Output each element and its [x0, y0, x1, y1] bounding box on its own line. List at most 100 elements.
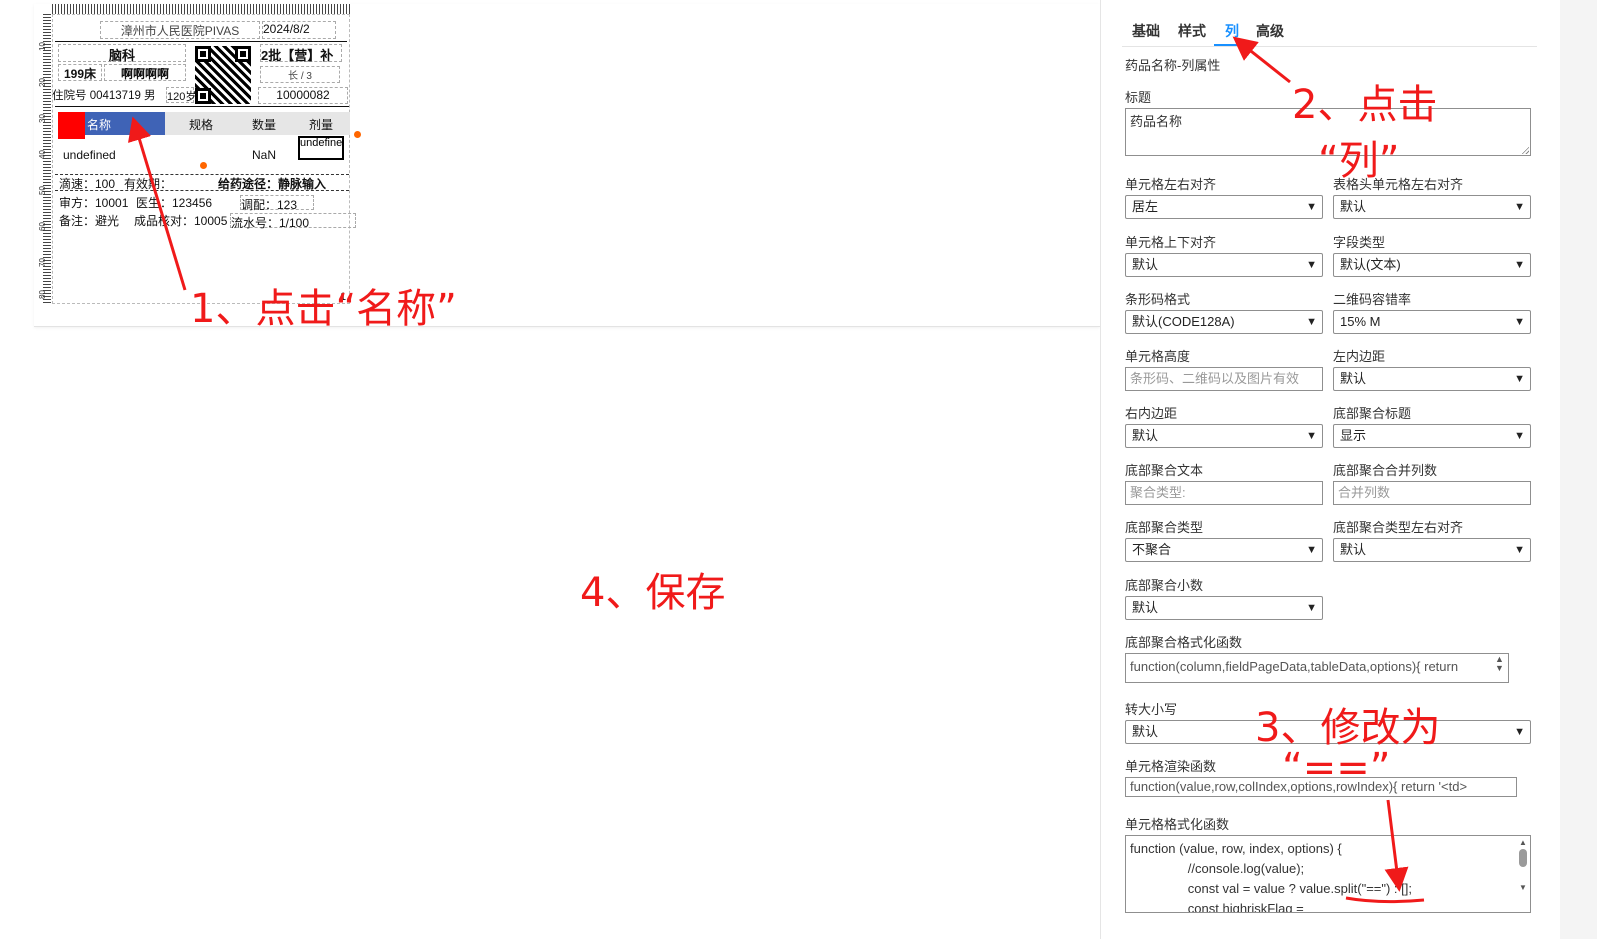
chevron-down-icon: ▼	[1306, 602, 1317, 614]
ruler-mark: 80	[37, 290, 47, 299]
footer-text-input[interactable]: 聚合类型:	[1125, 481, 1323, 505]
label-date[interactable]: 2024/8/2	[262, 21, 336, 39]
chevron-down-icon: ▼	[1306, 259, 1317, 271]
left-padding-label: 左内边距	[1333, 349, 1386, 364]
divider	[55, 190, 349, 191]
ruler-mark: 20	[37, 78, 47, 87]
hospital-name[interactable]: 漳州市人民医院PIVAS	[100, 21, 260, 39]
ruler-mark: 50	[37, 186, 47, 195]
department[interactable]: 脑科	[58, 44, 186, 63]
ruler-top	[52, 4, 350, 14]
resize-handle[interactable]	[354, 131, 361, 138]
cell-h-align-select[interactable]: 居左 ▼	[1125, 195, 1323, 219]
section-title: 药品名称-列属性	[1125, 58, 1221, 73]
footer-format-textarea[interactable]: function(column,fieldPageData,tableData,…	[1125, 653, 1509, 683]
footer-title-label: 底部聚合标题	[1333, 406, 1412, 421]
qr-level-label: 二维码容错率	[1333, 292, 1412, 307]
divider	[55, 41, 347, 42]
header-dose[interactable]: 剂量	[309, 116, 333, 133]
footer-type-label: 底部聚合类型	[1125, 520, 1204, 535]
right-padding-select[interactable]: 默认 ▼	[1125, 424, 1323, 448]
doctor[interactable]: 医生：123456	[136, 194, 212, 211]
tab-style[interactable]: 样式	[1178, 21, 1206, 41]
barcode-format-label: 条形码格式	[1125, 292, 1191, 307]
render-fn-label: 单元格渲染函数	[1125, 759, 1217, 774]
length-text[interactable]: 长 / 3	[260, 66, 340, 83]
annotation-step1: 1、点击“名称”	[190, 286, 457, 332]
chevron-down-icon: ▼	[1514, 316, 1525, 328]
note[interactable]: 备注：避光	[59, 212, 119, 229]
footer-decimal-select[interactable]: 默认 ▼	[1125, 596, 1323, 620]
product-check[interactable]: 成品核对：10005	[134, 212, 227, 229]
tab-active-indicator	[1214, 44, 1242, 46]
cell-v-align-select[interactable]: 默认 ▼	[1125, 253, 1323, 277]
footer-format-label: 底部聚合格式化函数	[1125, 635, 1243, 650]
qr-level-select[interactable]: 15% M ▼	[1333, 310, 1531, 334]
patient-age[interactable]: 120岁	[166, 87, 196, 103]
reviewer[interactable]: 审方：10001	[59, 194, 128, 211]
qr-code-icon[interactable]	[195, 46, 251, 104]
header-qty[interactable]: 数量	[252, 116, 276, 133]
scrollbar[interactable]	[1560, 0, 1597, 939]
tab-basic[interactable]: 基础	[1132, 21, 1160, 41]
cell-v-align-label: 单元格上下对齐	[1125, 235, 1217, 250]
textarea-scrollbar[interactable]: ▲ ▼	[1518, 838, 1528, 910]
serial-number[interactable]: 流水号：1/100	[230, 213, 356, 230]
mixer[interactable]: 调配：123	[240, 195, 314, 212]
title-label: 标题	[1125, 90, 1152, 105]
footer-text-label: 底部聚合文本	[1125, 463, 1204, 478]
ruler-mark: 30	[37, 114, 47, 123]
tab-column[interactable]: 列	[1225, 21, 1239, 41]
row-qty: NaN	[252, 148, 277, 162]
row-name: undefined	[63, 148, 116, 162]
annotation-step2: 2、点击	[1292, 82, 1438, 128]
ruler-mark: 40	[37, 150, 47, 159]
row-dose: undefined	[298, 136, 344, 160]
ruler-mark: 10	[37, 42, 47, 51]
resize-grip-icon[interactable]	[1521, 146, 1529, 154]
chevron-down-icon: ▼	[1514, 544, 1525, 556]
header-h-align-select[interactable]: 默认 ▼	[1333, 195, 1531, 219]
annotation-marker	[58, 112, 85, 139]
patient-name[interactable]: 啊啊啊啊	[104, 64, 186, 81]
chevron-down-icon: ▼	[1306, 316, 1317, 328]
chevron-down-icon: ▼	[1306, 430, 1317, 442]
cell-height-label: 单元格高度	[1125, 349, 1191, 364]
footer-title-select[interactable]: 显示 ▼	[1333, 424, 1531, 448]
footer-merge-input[interactable]: 合并列数	[1333, 481, 1531, 505]
case-label: 转大小写	[1125, 702, 1178, 717]
chevron-down-icon: ▼	[1306, 544, 1317, 556]
scroll-down-icon[interactable]: ▼	[1518, 883, 1528, 892]
footer-type-align-label: 底部聚合类型左右对齐	[1333, 520, 1464, 535]
footer-decimal-label: 底部聚合小数	[1125, 578, 1204, 593]
cell-height-input[interactable]: 条形码、二维码以及图片有效	[1125, 367, 1323, 391]
admission-number[interactable]: 住院号 00413719 男	[52, 87, 156, 103]
header-name[interactable]: 名称	[87, 116, 111, 133]
chevron-down-icon: ▼	[1514, 726, 1525, 738]
footer-merge-label: 底部聚合合并列数	[1333, 463, 1438, 478]
scroll-arrows-icon[interactable]: ▲ ▼	[1495, 655, 1504, 673]
chevron-down-icon: ▼	[1514, 430, 1525, 442]
annotation-step2-target: “列”	[1318, 138, 1400, 184]
bed-number[interactable]: 199床	[58, 64, 102, 81]
format-fn-label: 单元格格式化函数	[1125, 817, 1230, 832]
resize-handle[interactable]	[200, 162, 207, 169]
field-type-label: 字段类型	[1333, 235, 1386, 250]
footer-type-select[interactable]: 不聚合 ▼	[1125, 538, 1323, 562]
tab-advanced[interactable]: 高级	[1256, 21, 1284, 41]
cell-h-align-label: 单元格左右对齐	[1125, 177, 1217, 192]
batch-text[interactable]: 2批【营】补	[260, 44, 342, 63]
scroll-thumb[interactable]	[1519, 849, 1527, 867]
field-type-select[interactable]: 默认(文本) ▼	[1333, 253, 1531, 277]
footer-type-align-select[interactable]: 默认 ▼	[1333, 538, 1531, 562]
chevron-down-icon: ▼	[1306, 201, 1317, 213]
left-padding-select[interactable]: 默认 ▼	[1333, 367, 1531, 391]
format-fn-textarea[interactable]: function (value, row, index, options) { …	[1125, 835, 1531, 913]
chevron-down-icon: ▼	[1514, 373, 1525, 385]
scroll-up-icon[interactable]: ▲	[1518, 838, 1528, 847]
header-spec[interactable]: 规格	[189, 116, 213, 133]
annotation-step3-value: “==”	[1282, 745, 1391, 791]
barcode-format-select[interactable]: 默认(CODE128A) ▼	[1125, 310, 1323, 334]
annotation-step4: 4、保存	[580, 570, 726, 616]
barcode-number[interactable]: 10000082	[258, 87, 348, 104]
